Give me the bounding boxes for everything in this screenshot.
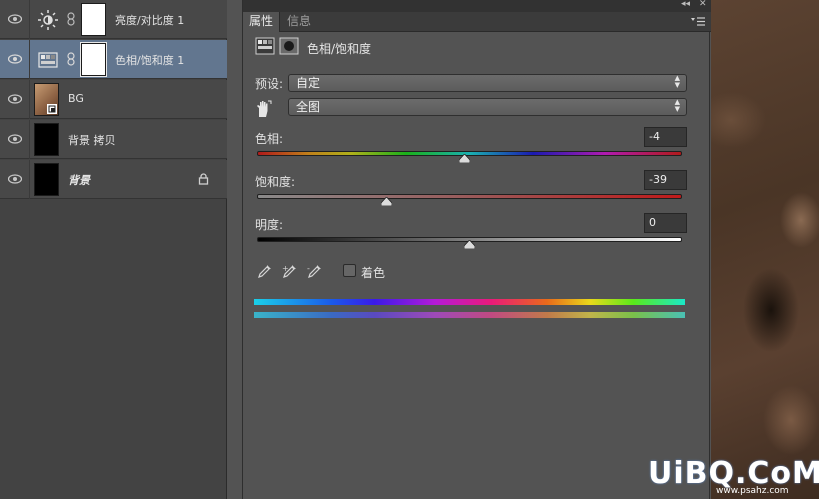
hue-input[interactable]: -4 bbox=[644, 127, 687, 147]
tab-properties[interactable]: 属性 bbox=[243, 12, 281, 32]
layer-row[interactable]: 亮度/对比度 1 bbox=[0, 0, 227, 39]
hue-saturation-icon[interactable] bbox=[255, 37, 275, 55]
layer-mask-thumbnail[interactable] bbox=[81, 3, 106, 36]
layer-visibility-toggle[interactable] bbox=[0, 80, 30, 119]
layer-mask-icon[interactable] bbox=[279, 37, 299, 55]
eyedropper-minus-icon[interactable]: - bbox=[307, 263, 323, 279]
layer-row[interactable]: BG bbox=[0, 80, 227, 119]
saturation-slider-track[interactable] bbox=[257, 194, 682, 199]
layer-row[interactable]: 背景 拷贝 bbox=[0, 120, 227, 159]
saturation-slider-thumb[interactable] bbox=[381, 197, 393, 206]
layer-thumbnail[interactable] bbox=[34, 123, 59, 156]
layer-row[interactable]: 色相/饱和度 1 bbox=[0, 40, 227, 79]
preset-label: 预设: bbox=[255, 77, 284, 91]
chain-link-icon[interactable] bbox=[66, 12, 76, 26]
chevron-updown-icon: ▲ ▼ bbox=[674, 98, 680, 113]
hand-target-icon[interactable] bbox=[254, 100, 272, 118]
hue-slider-thumb[interactable] bbox=[459, 154, 471, 163]
colorize-label: 着色 bbox=[361, 266, 386, 280]
lightness-slider-thumb[interactable] bbox=[464, 240, 475, 249]
adjustment-title: 色相/饱和度 bbox=[307, 42, 372, 56]
hue-label: 色相: bbox=[255, 132, 284, 146]
layer-thumbnail[interactable] bbox=[34, 163, 59, 196]
properties-panel: ◂◂ ✕ 属性 信息 色相/饱和度 预设: 自定 ▲ ▼ 全图 ▲ ▼ 色相: … bbox=[242, 0, 711, 499]
svg-text:-: - bbox=[307, 264, 310, 273]
layer-thumbnail[interactable] bbox=[34, 83, 59, 116]
eyedropper-plus-icon[interactable]: + bbox=[282, 263, 298, 279]
layer-visibility-toggle[interactable] bbox=[0, 40, 30, 79]
layer-name[interactable]: 亮度/对比度 1 bbox=[115, 12, 184, 28]
adjusted-spectrum-bar bbox=[254, 312, 685, 318]
tab-info[interactable]: 信息 bbox=[281, 12, 317, 32]
layer-mask-thumbnail[interactable] bbox=[80, 42, 107, 77]
collapse-icon[interactable]: ◂◂ bbox=[681, 0, 690, 9]
panel-tabbar: 属性 信息 bbox=[243, 12, 711, 32]
layer-name[interactable]: 背景 bbox=[68, 172, 90, 188]
document-canvas[interactable] bbox=[711, 0, 819, 499]
preset-dropdown[interactable]: 自定 ▲ ▼ bbox=[288, 74, 687, 92]
layer-visibility-toggle[interactable] bbox=[0, 0, 30, 39]
svg-text:+: + bbox=[282, 264, 289, 273]
lightness-label: 明度: bbox=[255, 218, 284, 232]
lightness-input[interactable]: 0 bbox=[644, 213, 687, 233]
chain-link-icon[interactable] bbox=[66, 52, 76, 66]
preset-value: 自定 bbox=[296, 76, 321, 90]
panel-topbar: ◂◂ ✕ bbox=[243, 0, 711, 12]
eye-icon bbox=[8, 94, 22, 104]
eye-icon bbox=[8, 54, 22, 64]
layer-visibility-toggle[interactable] bbox=[0, 160, 30, 199]
layer-name[interactable]: BG bbox=[68, 92, 84, 105]
layer-visibility-toggle[interactable] bbox=[0, 120, 30, 159]
range-dropdown[interactable]: 全图 ▲ ▼ bbox=[288, 98, 687, 116]
close-icon[interactable]: ✕ bbox=[699, 0, 707, 9]
smart-object-icon bbox=[47, 104, 57, 114]
panel-menu-icon[interactable] bbox=[691, 17, 705, 26]
layer-row[interactable]: 背景 bbox=[0, 160, 227, 199]
lock-icon bbox=[198, 173, 209, 185]
eye-icon bbox=[8, 14, 22, 24]
eye-icon bbox=[8, 174, 22, 184]
eye-icon bbox=[8, 134, 22, 144]
panel-gap bbox=[228, 0, 242, 499]
sun-icon bbox=[38, 10, 58, 30]
chevron-updown-icon: ▲ ▼ bbox=[674, 74, 680, 89]
saturation-label: 饱和度: bbox=[255, 175, 296, 189]
hue-saturation-icon bbox=[38, 52, 58, 68]
layers-panel: 亮度/对比度 1 色相/饱和度 1 BG 背景 拷贝 背景 bbox=[0, 0, 227, 499]
saturation-input[interactable]: -39 bbox=[644, 170, 687, 190]
eyedropper-icon[interactable] bbox=[257, 263, 273, 279]
colorize-checkbox[interactable] bbox=[343, 264, 356, 277]
layer-name[interactable]: 背景 拷贝 bbox=[68, 132, 116, 148]
layer-name[interactable]: 色相/饱和度 1 bbox=[115, 52, 184, 68]
watermark-url: www.psahz.com bbox=[716, 486, 789, 496]
hue-spectrum-bar bbox=[254, 299, 685, 305]
range-value: 全图 bbox=[296, 100, 321, 114]
